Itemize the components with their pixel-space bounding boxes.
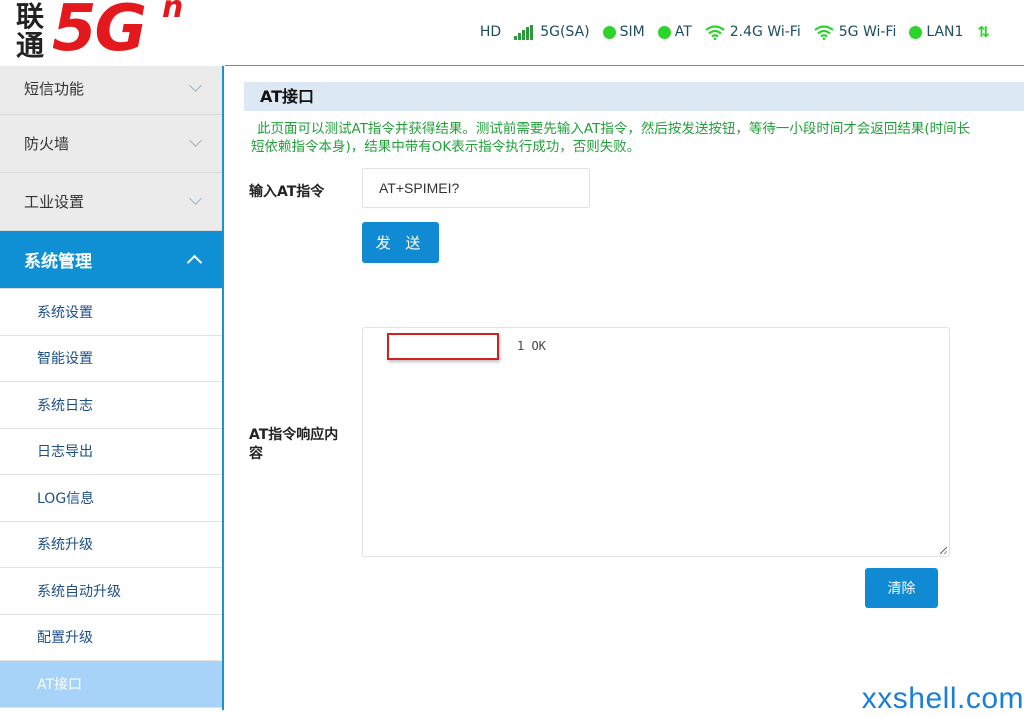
traffic-arrows-icon: ⇅ (977, 23, 990, 41)
clear-button[interactable]: 清除 (865, 568, 938, 608)
logo-5g-text: 5G (52, 0, 147, 66)
at-command-label: 输入AT指令 (249, 184, 325, 200)
sidebar-item-system-upgrade[interactable]: 系统升级 (0, 521, 222, 568)
status-wifi24: 2.4G Wi-Fi (705, 24, 801, 40)
status-wifi24-label: 2.4G Wi-Fi (729, 24, 801, 40)
status-wifi5-label: 5G Wi-Fi (838, 24, 897, 40)
sidebar-item-system-log[interactable]: 系统日志 (0, 382, 222, 429)
at-response-text: 1 OK (517, 339, 546, 353)
sidebar-item-log-info[interactable]: LOG信息 (0, 475, 222, 522)
watermark: xxshell.com (861, 682, 1024, 715)
status-network-label: 5G(SA) (540, 24, 590, 40)
wifi-icon (705, 24, 725, 40)
status-hd: HD (480, 24, 501, 40)
chevron-up-icon (186, 254, 203, 271)
chevron-down-icon (189, 78, 202, 92)
sidebar-section-firewall[interactable]: 防火墙 (0, 115, 222, 173)
at-command-input[interactable] (362, 168, 590, 208)
resize-handle-icon[interactable] (940, 547, 947, 554)
at-status-icon (657, 25, 671, 39)
sim-status-icon (602, 25, 616, 39)
status-at: AT (657, 24, 692, 40)
chevron-down-icon (189, 134, 202, 147)
sidebar-item-config-upgrade[interactable]: 配置升级 (0, 614, 222, 661)
sidebar-section-label: 系统管理 (24, 252, 92, 272)
sidebar-section-industrial[interactable]: 工业设置 (0, 173, 222, 231)
logo-cn-text: 联通 (16, 0, 45, 62)
sidebar-section-system[interactable]: 系统管理 (0, 231, 222, 289)
send-button[interactable]: 发 送 (362, 222, 439, 263)
page-title: AT接口 (244, 82, 1024, 111)
status-sim-label: SIM (619, 24, 645, 40)
status-lan: LAN1 (909, 24, 963, 40)
status-at-label: AT (674, 24, 692, 40)
chevron-down-icon (189, 192, 202, 205)
status-hd-label: HD (479, 24, 502, 40)
status-lan-label: LAN1 (926, 24, 964, 40)
page-description: 此页面可以测试AT指令并获得结果。测试前需要先输入AT指令，然后按发送按钮，等待… (251, 120, 971, 156)
status-bar: HD 5G(SA) SIM AT 2.4G Wi-Fi 5G Wi-Fi LAN… (467, 21, 990, 43)
sidebar-section-label: 短信功能 (24, 79, 85, 98)
sidebar-item-auto-upgrade[interactable]: 系统自动升级 (0, 568, 222, 615)
sidebar-item-smart-settings[interactable]: 智能设置 (0, 335, 222, 382)
at-response-textarea[interactable]: 1 OK (362, 327, 950, 557)
sidebar-section-label: 防火墙 (24, 135, 70, 153)
redaction-box (387, 333, 499, 360)
sidebar-item-log-export[interactable]: 日志导出 (0, 428, 222, 475)
unicom-5g-logo: 联通 5G n (12, 0, 202, 66)
sidebar: 短信功能 防火墙 工业设置 系统管理 系统设置 智能设置 系统日志 日志导出 L… (0, 66, 224, 710)
wifi-icon (814, 24, 834, 40)
logo-n-text: n (162, 0, 184, 25)
sidebar-section-sms[interactable]: 短信功能 (0, 66, 222, 115)
sidebar-item-system-settings[interactable]: 系统设置 (0, 289, 222, 336)
status-sim: SIM (602, 24, 645, 40)
top-header: 联通 5G n HD 5G(SA) SIM AT 2.4G Wi-Fi 5G W… (0, 0, 1024, 66)
sidebar-section-label: 工业设置 (24, 193, 85, 211)
status-wifi5: 5G Wi-Fi (814, 24, 897, 40)
lan-status-icon (909, 25, 923, 39)
status-network: 5G(SA) (514, 24, 590, 40)
description-text: 此页面可以测试AT指令并获得结果。测试前需要先输入AT指令，然后按发送按钮，等待… (251, 121, 971, 155)
sidebar-item-at-interface[interactable]: AT接口 (0, 661, 222, 708)
main-content: AT接口 此页面可以测试AT指令并获得结果。测试前需要先输入AT指令，然后按发送… (244, 82, 1024, 608)
signal-bars-icon (514, 24, 534, 40)
at-response-label: AT指令响应内容 (249, 427, 339, 462)
header-divider (225, 65, 1024, 66)
